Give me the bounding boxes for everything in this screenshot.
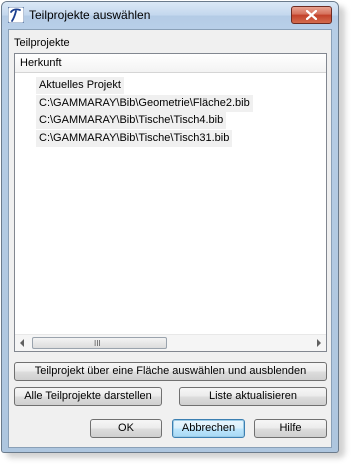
list-item[interactable]: Aktuelles Projekt [36, 77, 124, 94]
scroll-left-arrow-icon[interactable] [20, 339, 24, 347]
show-all-button[interactable]: Alle Teilprojekte darstellen [14, 387, 162, 406]
dialog-window: Teilprojekte auswählen Teilprojekte Herk… [1, 1, 339, 453]
list-rows: Aktuelles Projekt C:\GAMMARAY\Bib\Geomet… [36, 77, 253, 147]
scroll-grip-icon: III [94, 339, 101, 348]
ok-button[interactable]: OK [90, 419, 162, 438]
teilprojekte-list[interactable]: Herkunft Aktuelles Projekt C:\GAMMARAY\B… [14, 53, 327, 352]
window-title: Teilprojekte auswählen [29, 8, 151, 22]
title-bar[interactable]: Teilprojekte auswählen [2, 2, 338, 29]
list-item[interactable]: C:\GAMMARAY\Bib\Tische\Tisch31.bib [36, 129, 233, 147]
cancel-button[interactable]: Abbrechen [172, 419, 245, 438]
list-item[interactable]: C:\GAMMARAY\Bib\Geometrie\Fläche2.bib [36, 94, 253, 112]
teilprojekte-label: Teilprojekte [14, 37, 70, 49]
close-button[interactable] [291, 6, 332, 24]
close-icon [306, 10, 317, 20]
refresh-list-button[interactable]: Liste aktualisieren [179, 387, 327, 406]
scroll-right-arrow-icon[interactable] [317, 339, 321, 347]
column-header-label: Herkunft [20, 57, 62, 69]
select-area-hide-button[interactable]: Teilprojekt über eine Fläche auswählen u… [14, 362, 327, 381]
horizontal-scrollbar[interactable]: III [15, 334, 326, 351]
dialog-client-area: Teilprojekte Herkunft Aktuelles Projekt … [8, 29, 332, 448]
scrollbar-thumb[interactable]: III [32, 337, 167, 349]
column-header-herkunft[interactable]: Herkunft [15, 54, 326, 73]
list-item[interactable]: C:\GAMMARAY\Bib\Tische\Tisch4.bib [36, 112, 227, 129]
help-button[interactable]: Hilfe [254, 419, 327, 438]
app-logo-icon [7, 6, 25, 24]
